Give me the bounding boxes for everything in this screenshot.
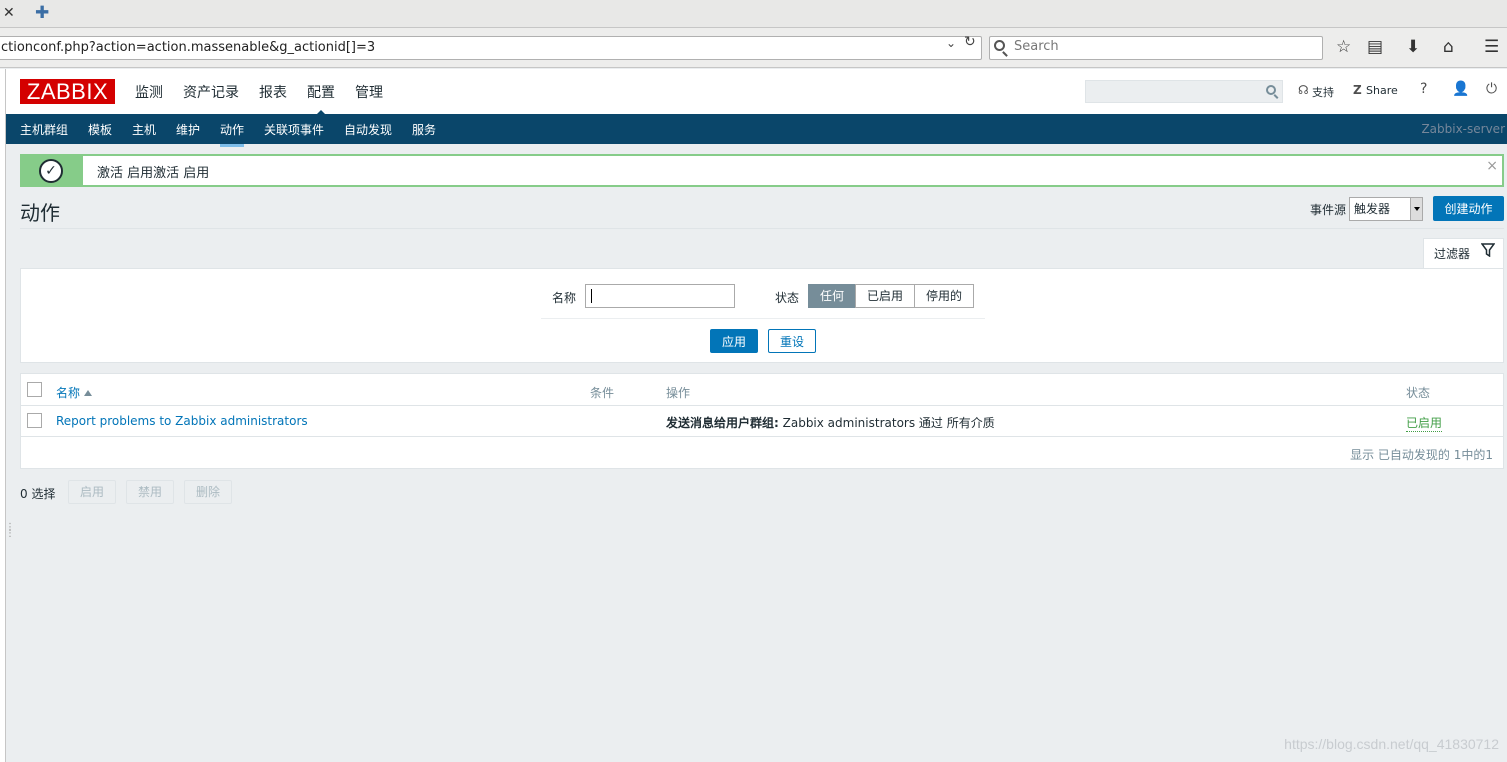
global-search-input[interactable]	[1085, 80, 1283, 103]
enable-button[interactable]: 启用	[68, 480, 116, 504]
submenu-event-correlation[interactable]: 关联项事件	[264, 121, 324, 138]
search-placeholder: Search	[1014, 39, 1059, 54]
apply-button[interactable]: 应用	[710, 329, 758, 353]
share-link[interactable]: Share	[1366, 84, 1398, 97]
delete-button[interactable]: 删除	[184, 480, 232, 504]
operation-detail: Zabbix administrators 通过 所有介质	[778, 416, 995, 430]
search-icon	[994, 40, 1005, 51]
filter-name-label: 名称	[552, 291, 577, 305]
sub-menu: 主机群组 模板 主机 维护 动作 关联项事件 自动发现 服务 Zabbix-se…	[6, 114, 1507, 147]
menu-configuration[interactable]: 配置	[307, 82, 335, 116]
disable-button[interactable]: 禁用	[126, 480, 174, 504]
filter-divider	[541, 318, 985, 319]
status-option-disabled[interactable]: 停用的	[914, 284, 975, 308]
zabbix-header: ZABBIX 监测 资产记录 报表 配置 管理 ☊ 支持 Z Share ? 👤…	[6, 69, 1507, 116]
table-paging-info: 显示 已自动发现的 1中的1	[1350, 448, 1493, 462]
row-divider	[21, 436, 1503, 437]
support-link[interactable]: 支持	[1312, 84, 1334, 100]
event-source-select[interactable]: 触发器	[1349, 197, 1423, 221]
headset-icon[interactable]: ☊	[1298, 83, 1309, 97]
action-operations: 发送消息给用户群组: Zabbix administrators 通过 所有介质	[666, 414, 995, 431]
reset-button[interactable]: 重设	[768, 329, 816, 353]
chevron-down-icon	[1410, 198, 1422, 220]
column-header-conditions: 条件	[590, 386, 615, 400]
submenu-hosts[interactable]: 主机	[132, 121, 156, 138]
sidebar-edge	[0, 69, 6, 762]
operation-label: 发送消息给用户群组:	[666, 416, 779, 430]
menu-monitoring[interactable]: 监测	[135, 82, 163, 102]
success-indicator: ✓	[22, 156, 83, 185]
actions-table: 名称 条件 操作 状态 Report problems to Zabbix ad…	[20, 373, 1504, 469]
new-tab-icon[interactable]: ✚	[35, 3, 49, 23]
browser-nav-bar: ctionconf.php?action=action.massenable&g…	[0, 28, 1507, 68]
event-source-label: 事件源	[1310, 203, 1347, 217]
row-checkbox[interactable]	[27, 413, 42, 428]
reading-list-icon[interactable]: ▤	[1367, 37, 1383, 57]
title-divider	[20, 228, 1504, 229]
url-bar[interactable]: ctionconf.php?action=action.massenable&g…	[0, 36, 982, 60]
menu-inventory[interactable]: 资产记录	[183, 82, 239, 102]
bookmark-star-icon[interactable]: ☆	[1336, 37, 1351, 57]
logout-icon[interactable]: ⏻	[1486, 81, 1497, 97]
filter-icon	[1481, 243, 1495, 257]
browser-search-input[interactable]: Search	[989, 36, 1323, 60]
action-status-toggle[interactable]: 已启用	[1406, 414, 1443, 432]
browser-tab-bar: ✕ ✚	[0, 0, 1507, 28]
column-header-operations: 操作	[666, 386, 691, 400]
close-icon[interactable]: ×	[1486, 158, 1498, 174]
user-profile-icon[interactable]: 👤	[1452, 81, 1469, 97]
zabbix-logo[interactable]: ZABBIX	[20, 79, 115, 104]
home-icon[interactable]: ⌂	[1443, 37, 1454, 57]
filter-panel: 名称 状态 任何 已启用 停用的 应用 重设	[20, 268, 1504, 363]
action-name-link[interactable]: Report problems to Zabbix administrators	[56, 414, 308, 428]
submenu-actions[interactable]: 动作	[220, 121, 245, 147]
filter-tab[interactable]: 过滤器	[1423, 238, 1504, 270]
download-icon[interactable]: ⬇	[1406, 37, 1420, 57]
share-icon[interactable]: Z	[1353, 83, 1362, 97]
check-icon: ✓	[39, 159, 63, 183]
submenu-maintenance[interactable]: 维护	[176, 121, 200, 138]
header-divider	[21, 405, 1503, 406]
success-message: ✓ 激活 启用激活 启用 ×	[20, 154, 1504, 187]
submenu-discovery[interactable]: 自动发现	[344, 121, 392, 138]
submenu-services[interactable]: 服务	[412, 121, 436, 138]
event-source-value: 触发器	[1354, 202, 1391, 216]
url-dropdown-icon[interactable]: ⌄	[946, 36, 956, 50]
filter-tab-label: 过滤器	[1434, 247, 1471, 261]
filter-status-label: 状态	[775, 291, 800, 305]
select-all-checkbox[interactable]	[27, 382, 42, 397]
search-icon[interactable]	[1266, 85, 1276, 95]
server-name: Zabbix-server	[1421, 122, 1505, 136]
message-text: 激活 启用激活 启用	[97, 166, 210, 181]
close-tab-icon[interactable]: ✕	[3, 5, 15, 21]
menu-reports[interactable]: 报表	[259, 82, 287, 102]
status-option-enabled[interactable]: 已启用	[855, 284, 916, 308]
browser-menu-icon[interactable]: ☰	[1484, 37, 1499, 57]
submenu-templates[interactable]: 模板	[88, 121, 112, 138]
menu-administration[interactable]: 管理	[355, 82, 383, 102]
reload-icon[interactable]: ↻	[964, 34, 976, 50]
filter-status-segmented: 任何 已启用 停用的	[808, 284, 975, 308]
create-action-button[interactable]: 创建动作	[1433, 196, 1504, 221]
resize-grip-icon[interactable]: ⋮ ⋮	[5, 523, 15, 539]
filter-name-input[interactable]	[585, 284, 735, 308]
column-header-status: 状态	[1406, 386, 1431, 400]
status-option-any[interactable]: 任何	[808, 284, 857, 308]
page-title: 动作	[20, 201, 60, 225]
main-menu: 监测 资产记录 报表 配置 管理	[135, 82, 403, 116]
sort-asc-icon	[84, 390, 93, 396]
help-icon[interactable]: ?	[1420, 81, 1427, 97]
column-header-name-label: 名称	[56, 386, 81, 400]
submenu-host-groups[interactable]: 主机群组	[20, 121, 68, 138]
watermark-text: https://blog.csdn.net/qq_41830712	[1284, 736, 1499, 752]
selected-count: 0 选择	[20, 487, 56, 501]
column-header-name[interactable]: 名称	[56, 384, 93, 401]
